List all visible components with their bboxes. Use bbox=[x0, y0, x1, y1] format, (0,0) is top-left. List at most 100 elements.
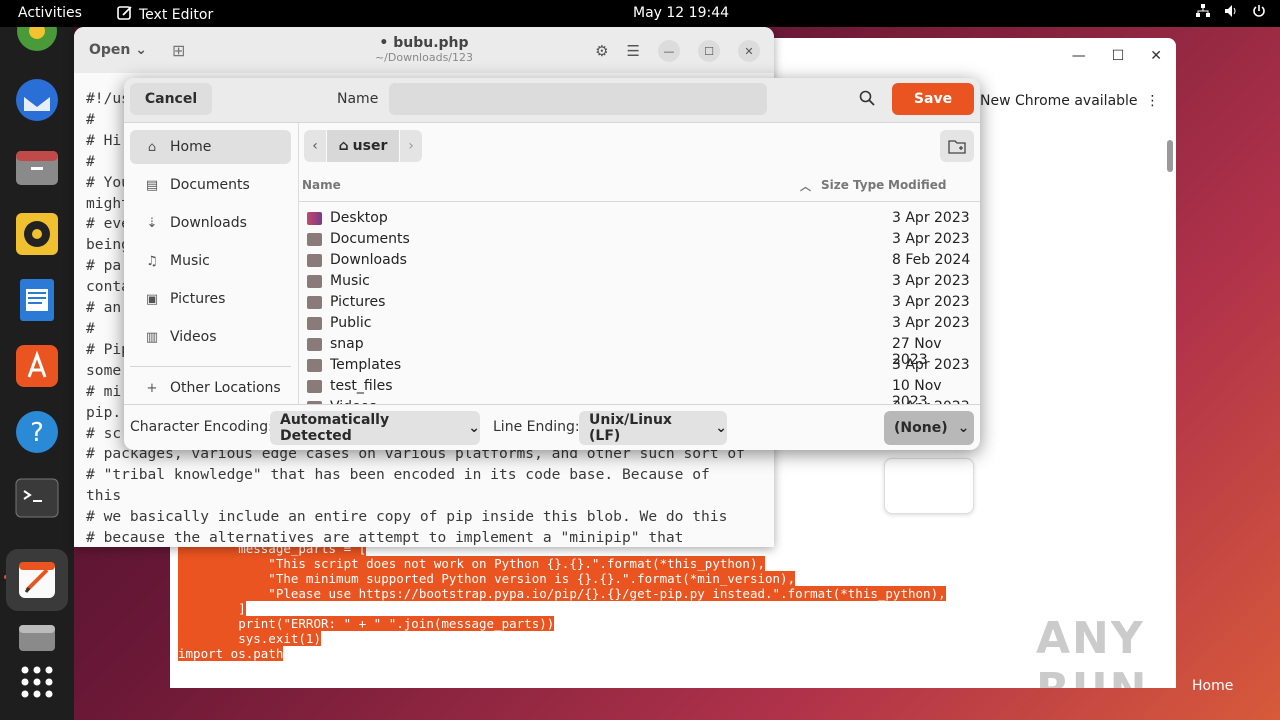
kebab-menu-icon[interactable]: ⋮ bbox=[1146, 93, 1160, 109]
thunderbird-icon[interactable] bbox=[14, 77, 60, 123]
libreoffice-writer-icon[interactable] bbox=[14, 277, 60, 323]
minimize-icon[interactable]: — bbox=[1072, 48, 1086, 64]
top-bar: Activities Text Editor May 12 19:44 bbox=[0, 0, 1280, 27]
system-tray[interactable] bbox=[1196, 4, 1266, 22]
folder-icon bbox=[307, 359, 322, 372]
file-row[interactable]: Pictures 3 Apr 2023 bbox=[299, 293, 980, 314]
close-icon[interactable]: ✕ bbox=[738, 40, 760, 62]
file-row[interactable]: Documents 3 Apr 2023 bbox=[299, 230, 980, 251]
file-name: Desktop bbox=[330, 210, 388, 226]
sidebar-item-label: Home bbox=[170, 139, 212, 155]
disk-icon[interactable] bbox=[14, 619, 60, 655]
file-name: snap bbox=[330, 336, 364, 352]
chrome-icon[interactable] bbox=[14, 27, 60, 57]
footer-divider bbox=[124, 404, 980, 405]
file-row[interactable]: Public 3 Apr 2023 bbox=[299, 314, 980, 335]
new-folder-icon bbox=[948, 140, 966, 154]
chevron-down-icon: ⌄ bbox=[468, 420, 480, 436]
highlighted-code-line: "The minimum supported Python version is… bbox=[178, 571, 958, 586]
highlighted-code-text: ] bbox=[178, 601, 246, 616]
sidebar-item-videos[interactable]: ▥ Videos bbox=[130, 320, 291, 354]
sidebar-item-music[interactable]: ♫ Music bbox=[130, 244, 291, 278]
power-icon bbox=[1252, 4, 1266, 22]
file-modified: 3 Apr 2023 bbox=[892, 231, 970, 247]
highlighted-code-text: "The minimum supported Python version is… bbox=[178, 571, 796, 586]
filter-value: (None) bbox=[894, 420, 948, 436]
app-center-icon[interactable] bbox=[14, 343, 60, 389]
filter-dropdown[interactable]: (None) ⌄ bbox=[884, 411, 974, 445]
help-icon[interactable]: ? bbox=[14, 409, 60, 455]
sidebar-item-home[interactable]: ⌂ Home bbox=[130, 130, 291, 164]
terminal-icon[interactable] bbox=[14, 475, 60, 521]
new-chrome-available-button[interactable]: New Chrome available ⋮ bbox=[980, 86, 1170, 116]
column-type[interactable]: Type bbox=[853, 178, 884, 192]
folder-icon bbox=[307, 233, 322, 246]
scrollbar-thumb[interactable] bbox=[1167, 140, 1173, 172]
sort-ascending-icon: ︿ bbox=[800, 180, 811, 193]
picture-icon: ▣ bbox=[145, 291, 159, 307]
folder-icon bbox=[307, 338, 322, 351]
maximize-icon[interactable]: ☐ bbox=[1112, 48, 1125, 64]
save-button[interactable]: Save bbox=[892, 83, 974, 115]
file-name: test_files bbox=[330, 378, 393, 394]
files-icon[interactable] bbox=[14, 145, 60, 191]
path-user-button[interactable]: ⌂ user bbox=[327, 130, 399, 162]
highlighted-code-text: "This script does not work on Python {}.… bbox=[178, 556, 765, 571]
chevron-left-icon: ‹ bbox=[312, 138, 318, 154]
home-icon: ⌂ bbox=[338, 138, 349, 154]
chevron-down-icon: ⌄ bbox=[715, 420, 727, 436]
sidebar-item-other-locations[interactable]: + Other Locations bbox=[130, 371, 291, 405]
close-icon[interactable]: ✕ bbox=[1150, 48, 1162, 64]
editor-header-controls: ⚙ ☰ — ☐ ✕ bbox=[595, 40, 760, 62]
filename-input[interactable] bbox=[389, 83, 767, 115]
cancel-button[interactable]: Cancel bbox=[130, 83, 212, 115]
sidebar-item-documents[interactable]: ▤ Documents bbox=[130, 168, 291, 202]
file-row[interactable]: snap 27 Nov 2023 bbox=[299, 335, 980, 368]
encoding-dropdown[interactable]: Automatically Detected ⌄ bbox=[270, 411, 480, 445]
search-icon[interactable] bbox=[859, 90, 875, 110]
scrollbar[interactable] bbox=[1164, 126, 1174, 686]
settings-icon[interactable]: ⚙ bbox=[595, 42, 608, 60]
rhythmbox-icon[interactable] bbox=[14, 211, 60, 257]
path-back-button[interactable]: ‹ bbox=[304, 130, 326, 162]
column-modified[interactable]: Modified bbox=[888, 178, 947, 192]
volume-icon bbox=[1224, 4, 1238, 22]
file-name: Downloads bbox=[330, 252, 407, 268]
places-sidebar: ⌂ Home ▤ Documents ⇣ Downloads ♫ Music ▣ Pictures… bbox=[124, 123, 299, 404]
file-name: Documents bbox=[330, 231, 410, 247]
file-modified: 3 Apr 2023 bbox=[892, 294, 970, 310]
sidebar-item-downloads[interactable]: ⇣ Downloads bbox=[130, 206, 291, 240]
folder-icon bbox=[307, 380, 322, 393]
path-forward-button[interactable]: › bbox=[400, 130, 422, 162]
file-row[interactable]: Downloads 8 Feb 2024 bbox=[299, 251, 980, 272]
file-modified: 3 Apr 2023 bbox=[892, 273, 970, 289]
minimize-icon[interactable]: — bbox=[658, 40, 680, 62]
hamburger-menu-icon[interactable]: ☰ bbox=[627, 42, 640, 60]
activities-button[interactable]: Activities bbox=[18, 5, 82, 21]
file-row[interactable]: test_files 10 Nov 2023 bbox=[299, 377, 980, 404]
highlighted-code-line: print("ERROR: " + " ".join(message_parts… bbox=[178, 616, 958, 631]
line-ending-dropdown[interactable]: Unix/Linux (LF) ⌄ bbox=[579, 411, 727, 445]
file-row[interactable]: Templates 3 Apr 2023 bbox=[299, 356, 980, 377]
highlighted-code-line: ] bbox=[178, 601, 958, 616]
app-grid-icon[interactable] bbox=[14, 659, 60, 705]
dock: ? bbox=[0, 27, 74, 720]
highlighted-code-line: "Please use https://bootstrap.pypa.io/pi… bbox=[178, 586, 958, 601]
text-editor-icon bbox=[117, 5, 133, 25]
sidebar-item-pictures[interactable]: ▣ Pictures bbox=[130, 282, 291, 316]
column-size[interactable]: Size bbox=[821, 178, 849, 192]
clock[interactable]: May 12 19:44 bbox=[633, 5, 729, 21]
text-editor-icon[interactable] bbox=[6, 549, 68, 611]
column-name[interactable]: Name bbox=[302, 178, 341, 192]
highlighted-code-text: import os.path bbox=[178, 646, 284, 661]
folder-icon bbox=[307, 317, 322, 330]
line-ending-value: Unix/Linux (LF) bbox=[589, 412, 672, 444]
dialog-header: Cancel Name Save bbox=[124, 78, 980, 123]
maximize-icon[interactable]: ☐ bbox=[698, 40, 720, 62]
file-row[interactable]: Music 3 Apr 2023 bbox=[299, 272, 980, 293]
new-folder-button[interactable] bbox=[940, 130, 974, 162]
app-menu[interactable]: Text Editor bbox=[117, 5, 213, 25]
file-name: Music bbox=[330, 273, 370, 289]
file-row[interactable]: Desktop 3 Apr 2023 bbox=[299, 209, 980, 230]
video-icon: ▥ bbox=[145, 329, 159, 345]
